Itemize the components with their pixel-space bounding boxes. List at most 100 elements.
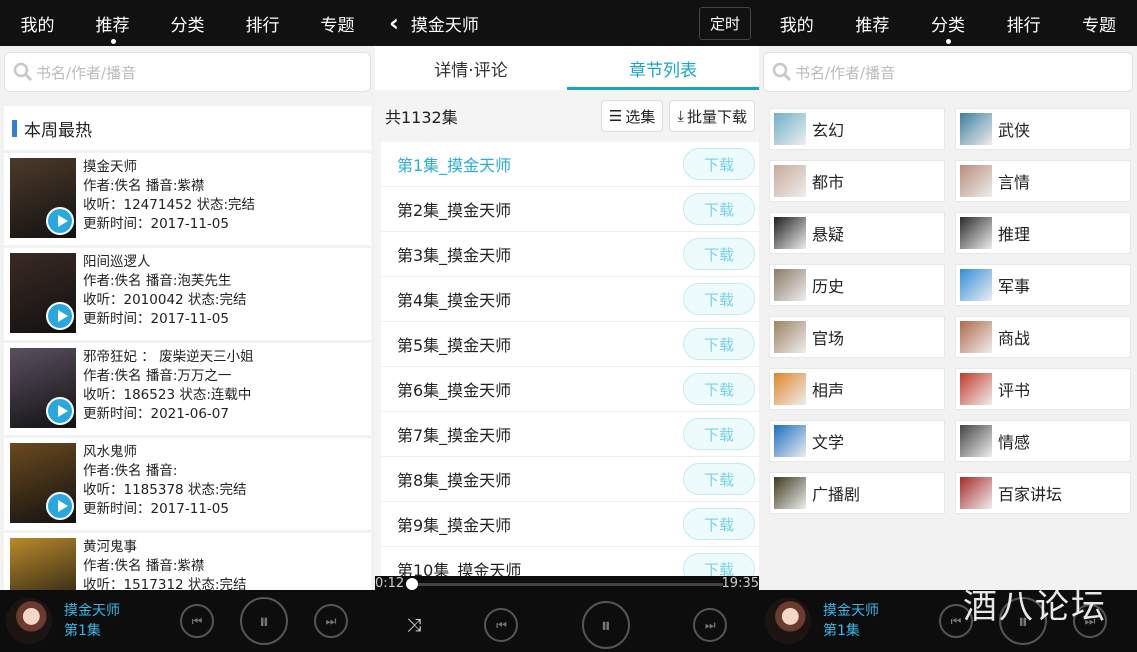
episode-item[interactable]: 第5集_摸金天师 下载 [381,322,759,367]
tab-chapter-list[interactable]: 章节列表 [567,46,759,90]
total-time: 19:35 [721,576,759,591]
category-item[interactable]: 评书 [955,368,1131,410]
search-icon [13,62,33,82]
nav-tab-ranking[interactable]: 排行 [242,11,284,36]
nav-tab-mine[interactable]: 我的 [17,11,59,36]
tab-details-comments[interactable]: 详情·评论 [375,46,567,90]
next-button[interactable]: ⏭ [693,608,728,642]
next-icon: ⏭ [325,613,337,628]
category-item[interactable]: 广播剧 [769,472,945,514]
category-label: 都市 [812,173,845,192]
play-icon[interactable] [46,207,74,235]
category-item[interactable]: 悬疑 [769,212,945,254]
episode-item[interactable]: 第6集_摸金天师 下载 [381,367,759,412]
book-info: 阳间巡逻人 作者:佚名 播音:泡芙先生 收听：2010042 状态:完结 更新时间：2… [83,253,246,335]
download-button[interactable]: 下载 [683,508,755,540]
book-list-item[interactable]: 邪帝狂妃 ： 废柴逆天三小姐 作者:佚名 播音:万万之一 收听：186523 状态:… [4,343,371,435]
category-item[interactable]: 言情 [955,160,1131,202]
play-icon[interactable] [46,302,74,330]
category-thumbnail [774,425,806,457]
batch-download-button[interactable]: ⤓ 批量下载 [669,100,755,132]
category-thumbnail [774,113,806,145]
category-item[interactable]: 商战 [955,316,1131,358]
category-thumbnail [774,477,806,509]
episode-item[interactable]: 第8集_摸金天师 下载 [381,457,759,502]
category-item[interactable]: 官场 [769,316,945,358]
book-cover-image [10,253,76,333]
download-button[interactable]: 下载 [683,373,755,405]
episode-item[interactable]: 第2集_摸金天师 下载 [381,187,759,232]
category-label: 商战 [998,329,1031,348]
category-item[interactable]: 历史 [769,264,945,306]
category-item[interactable]: 军事 [955,264,1131,306]
download-button[interactable]: 下载 [683,283,755,315]
category-screen: 我的 推荐 分类 排行 专题 书名/作者/播音 玄幻 武侠都市 言情悬疑 推理 历史 军事… [759,0,1137,652]
category-thumbnail [960,321,992,353]
category-item[interactable]: 推理 [955,212,1131,254]
download-button[interactable]: 下载 [683,148,755,180]
select-label: 选集 [625,107,656,126]
progress-track[interactable] [411,583,723,586]
episode-item[interactable]: 第7集_摸金天师 下载 [381,412,759,457]
pause-button[interactable]: ⏸ [240,597,288,645]
book-listen: 收听：2010042 状态:完结 [83,292,247,308]
category-item[interactable]: 相声 [769,368,945,410]
mini-player: 摸金天师 第1集 ⏮ ⏸ ⏭ 酒八论坛 [759,587,1137,652]
top-nav: 我的 推荐 分类 排行 专题 [759,0,1137,46]
episode-item[interactable]: 第3集_摸金天师 下载 [381,232,759,277]
search-input[interactable]: 书名/作者/播音 [4,52,371,92]
progress-knob[interactable] [406,578,418,590]
progress-bar[interactable]: 0:12 19:35 [375,576,759,592]
book-update: 更新时间：2017-11-05 [83,311,229,327]
nav-tab-category[interactable]: 分类 [927,11,969,44]
download-button[interactable]: 下载 [683,193,755,225]
search-icon [772,62,792,82]
category-label: 悬疑 [812,225,845,244]
section-header-hot: 本周最热 [4,106,371,150]
play-icon[interactable] [46,492,74,520]
now-playing-info[interactable]: 摸金天师 第1集 [823,601,913,641]
download-button[interactable]: 下载 [683,238,755,270]
section-title: 本周最热 [24,120,92,141]
category-label: 相声 [812,381,845,400]
play-icon[interactable] [46,397,74,425]
category-thumbnail [774,165,806,197]
nav-tab-recommend[interactable]: 推荐 [92,11,134,44]
nav-tab-ranking[interactable]: 排行 [1003,11,1045,36]
download-button[interactable]: 下载 [683,418,755,450]
book-list-item[interactable]: 摸金天师 作者:佚名 播音:紫襟 收听：12471452 状态:完结 更新时间：201… [4,153,371,245]
nav-tab-topics[interactable]: 专题 [1078,11,1120,36]
now-playing-info[interactable]: 摸金天师 第1集 [64,601,154,641]
download-button[interactable]: 下载 [683,463,755,495]
nav-tab-category[interactable]: 分类 [167,11,209,36]
category-label: 言情 [998,173,1031,192]
category-item[interactable]: 都市 [769,160,945,202]
pause-button[interactable]: ⏸ [581,601,630,649]
now-playing-avatar[interactable] [6,598,52,644]
next-button[interactable]: ⏭ [314,604,348,638]
back-icon[interactable]: ‹ [389,9,399,37]
now-playing-avatar[interactable] [765,598,811,644]
select-episodes-button[interactable]: ☰ 选集 [600,100,664,132]
category-item[interactable]: 文学 [769,420,945,462]
category-item[interactable]: 百家讲坛 [955,472,1131,514]
nav-tab-mine[interactable]: 我的 [776,11,818,36]
book-list-item[interactable]: 风水鬼师 作者:佚名 播音: 收听：1185378 状态:完结 更新时间：2017-1… [4,438,371,530]
episode-item[interactable]: 第4集_摸金天师 下载 [381,277,759,322]
timer-button[interactable]: 定时 [698,6,751,40]
shuffle-icon[interactable]: ⤨ [407,615,421,636]
now-playing-episode: 第1集 [64,623,101,639]
nav-tab-recommend[interactable]: 推荐 [851,11,893,36]
nav-tab-topics[interactable]: 专题 [317,11,359,36]
episode-item[interactable]: 第1集_摸金天师 下载 [381,142,759,187]
previous-button[interactable]: ⏮ [180,604,214,638]
episode-item[interactable]: 第9集_摸金天师 下载 [381,502,759,547]
book-list-item[interactable]: 阳间巡逻人 作者:佚名 播音:泡芙先生 收听：2010042 状态:完结 更新时间：2… [4,248,371,340]
category-item[interactable]: 武侠 [955,108,1131,150]
previous-icon: ⏮ [950,613,962,628]
search-input[interactable]: 书名/作者/播音 [763,52,1133,92]
previous-button[interactable]: ⏮ [484,608,519,642]
download-button[interactable]: 下载 [683,328,755,360]
category-item[interactable]: 玄幻 [769,108,945,150]
category-item[interactable]: 情感 [955,420,1131,462]
